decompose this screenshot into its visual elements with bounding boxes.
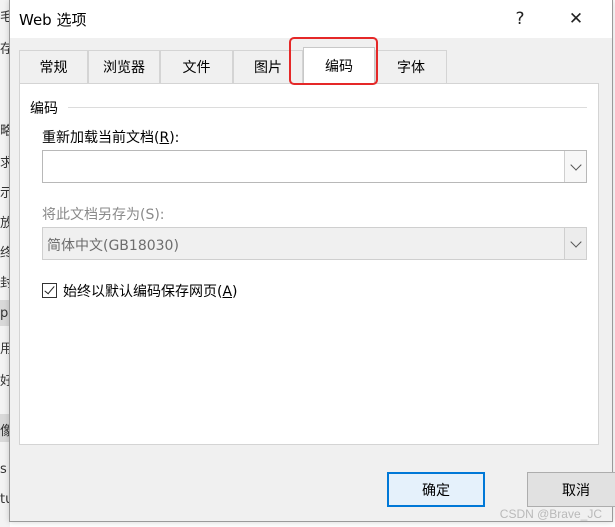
always-save-checkbox[interactable] — [42, 283, 57, 298]
tab-general[interactable]: 常规 — [19, 50, 88, 83]
title-bar[interactable]: Web 选项 ? ✕ — [10, 0, 612, 38]
save-encoding-select[interactable]: 简体中文(GB18030) — [42, 227, 587, 260]
tab-label: 编码 — [325, 59, 353, 75]
web-options-dialog: Web 选项 ? ✕ 常规 浏览器 文件 图片 编码 字体 编码 重新加载当前文… — [9, 0, 615, 522]
cancel-label: 取消 — [562, 482, 590, 499]
reload-label: 重新加载当前文档(R): — [42, 130, 180, 146]
close-button[interactable]: ✕ — [553, 0, 599, 38]
check-icon — [44, 283, 55, 295]
tab-files[interactable]: 文件 — [160, 50, 233, 83]
help-icon: ? — [515, 9, 525, 29]
tab-label: 常规 — [39, 60, 68, 76]
tab-label: 字体 — [397, 60, 425, 76]
ok-button[interactable]: 确定 — [387, 472, 485, 507]
tab-fonts[interactable]: 字体 — [375, 50, 447, 83]
save-as-label: 将此文档另存为(S): — [42, 207, 165, 223]
ok-label: 确定 — [422, 482, 450, 499]
watermark: CSDN @Brave_JC — [499, 507, 602, 521]
chevron-down-icon[interactable] — [564, 151, 586, 182]
tab-label: 文件 — [182, 60, 211, 76]
group-divider — [68, 107, 587, 108]
help-button[interactable]: ? — [497, 0, 543, 38]
tab-label: 浏览器 — [103, 60, 145, 76]
chevron-down-icon[interactable] — [564, 228, 586, 259]
dialog-title: Web 选项 — [19, 11, 87, 29]
tab-encoding[interactable]: 编码 — [303, 47, 375, 84]
tab-label: 图片 — [254, 60, 282, 76]
group-label: 编码 — [30, 101, 58, 117]
always-save-label[interactable]: 始终以默认编码保存网页(A) — [63, 281, 238, 301]
reload-encoding-select[interactable] — [42, 150, 587, 183]
save-encoding-value: 简体中文(GB18030) — [47, 238, 179, 254]
close-icon: ✕ — [568, 9, 584, 29]
cancel-button[interactable]: 取消 — [527, 472, 615, 507]
tab-browsers[interactable]: 浏览器 — [88, 50, 160, 83]
tab-pictures[interactable]: 图片 — [233, 50, 303, 83]
encoding-panel: 编码 重新加载当前文档(R): 将此文档另存为(S): 简体中文(GB18030… — [19, 83, 599, 445]
